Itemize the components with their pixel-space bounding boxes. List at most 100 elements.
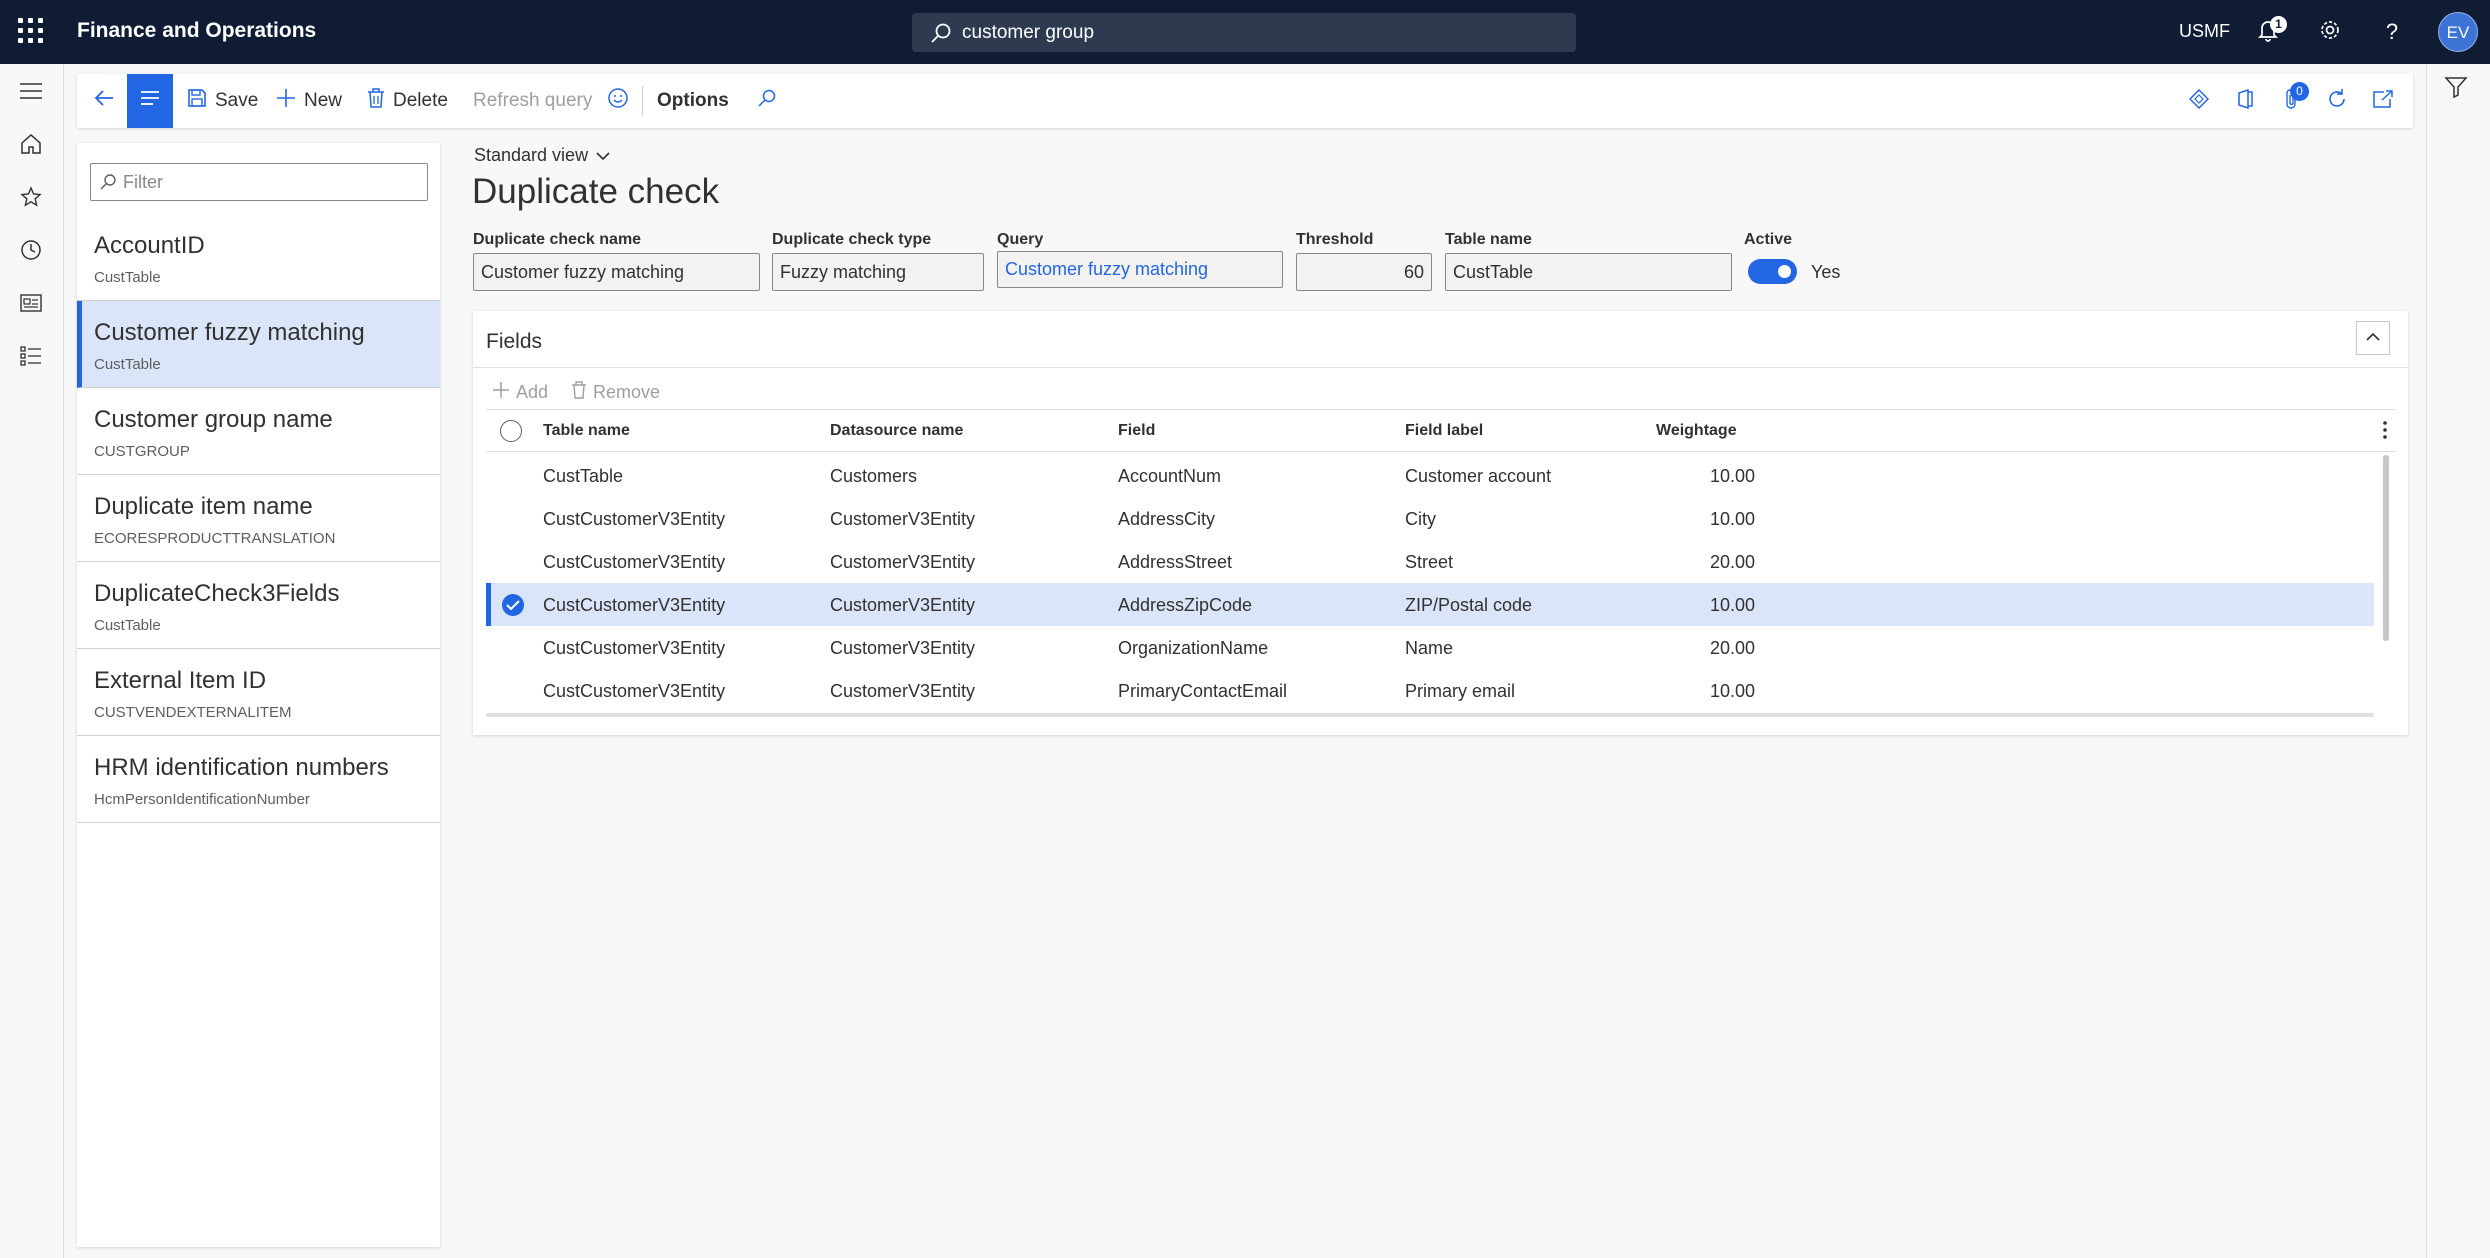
horizontal-scrollbar[interactable] (486, 713, 2374, 717)
fields-grid: Table name Datasource name Field Field l… (486, 409, 2396, 721)
table-row[interactable]: CustTable Customers AccountNum Customer acc… (486, 454, 2374, 497)
list-item-title: AccountID (94, 232, 205, 259)
duplicate-check-name-label: Duplicate check name (473, 231, 642, 248)
open-new-window-button[interactable] (2368, 86, 2398, 116)
list-view-button[interactable] (127, 74, 173, 128)
options-tab[interactable]: Options (657, 74, 729, 128)
scrollbar-thumb[interactable] (2383, 455, 2389, 641)
new-button[interactable]: New (276, 74, 342, 128)
filter-box[interactable] (90, 163, 428, 201)
list-item[interactable]: HRM identification numbers HcmPersonIdent… (77, 736, 440, 823)
list-item[interactable]: Duplicate item name ECORESPRODUCTTRANSLAT… (77, 475, 440, 562)
help-button[interactable]: ? (2376, 16, 2408, 48)
toggle-knob (1778, 265, 1791, 278)
cell-weightage: 10.00 (1709, 595, 1755, 615)
search-input[interactable] (962, 13, 1562, 52)
duplicate-check-name-field[interactable] (473, 253, 760, 291)
list-item[interactable]: AccountID CustTable (77, 214, 440, 301)
waffle-icon[interactable] (18, 18, 44, 44)
list-item[interactable]: External Item ID CUSTVENDEXTERNALITEM (77, 649, 440, 736)
column-header-table-name[interactable]: Table name (543, 422, 630, 440)
action-separator (642, 86, 643, 116)
refresh-query-button[interactable]: Refresh query (473, 74, 592, 128)
fields-fasttab: Fields Add Remove Table name Datasource … (473, 311, 2408, 735)
avatar[interactable]: EV (2438, 12, 2478, 52)
filter-funnel-icon[interactable] (2444, 76, 2468, 103)
notifications-button[interactable]: 1 (2252, 16, 2287, 48)
attachments-button[interactable]: 0 (2276, 82, 2309, 116)
app-title[interactable]: Finance and Operations (77, 19, 316, 43)
view-selector[interactable]: Standard view (474, 145, 610, 166)
column-header-weightage[interactable]: Weightage (1656, 422, 1737, 440)
collapse-button[interactable] (2356, 321, 2390, 355)
more-options-icon[interactable] (2382, 420, 2388, 445)
threshold-field[interactable] (1296, 253, 1432, 291)
list-item-subtitle: CustTable (94, 269, 161, 286)
list-item[interactable]: DuplicateCheck3Fields CustTable (77, 562, 440, 649)
list-item-title: External Item ID (94, 667, 267, 694)
table-row[interactable]: CustCustomerV3Entity CustomerV3Entity Addr… (486, 583, 2374, 626)
duplicate-check-type-field[interactable] (772, 253, 984, 291)
query-field[interactable] (997, 251, 1283, 288)
modules-icon[interactable] (16, 341, 46, 371)
fasttab-title[interactable]: Fields (486, 330, 542, 354)
back-arrow-icon (93, 88, 115, 114)
clock-icon[interactable] (16, 235, 46, 265)
list-item-title: DuplicateCheck3Fields (94, 580, 340, 607)
save-button[interactable]: Save (187, 74, 258, 128)
notification-badge: 1 (2270, 16, 2287, 33)
power-apps-button[interactable] (2184, 86, 2214, 116)
smiley-icon (607, 87, 629, 115)
vertical-scrollbar[interactable] (2383, 455, 2389, 711)
refresh-button[interactable] (2322, 86, 2352, 116)
cell-field: AddressZipCode (1118, 595, 1253, 615)
home-icon[interactable] (16, 129, 46, 159)
cell-weightage: 10.00 (1709, 509, 1755, 529)
table-row[interactable]: CustCustomerV3Entity CustomerV3Entity Prim… (486, 669, 2374, 712)
action-search-button[interactable] (757, 74, 777, 128)
list-item[interactable]: Customer fuzzy matching CustTable (77, 301, 440, 388)
table-row[interactable]: CustCustomerV3Entity CustomerV3Entity Orga… (486, 626, 2374, 669)
list-item[interactable]: Customer group name CUSTGROUP (77, 388, 440, 475)
list-item-title: Customer fuzzy matching (94, 319, 365, 346)
column-header-datasource-name[interactable]: Datasource name (830, 422, 963, 440)
cell-field-label: Name (1405, 638, 1454, 658)
table-row[interactable]: CustCustomerV3Entity CustomerV3Entity Addr… (486, 497, 2374, 540)
active-toggle[interactable] (1748, 259, 1797, 284)
list-panel: AccountID CustTable Customer fuzzy matchin… (77, 143, 440, 1247)
list-item-subtitle: CustTable (94, 617, 161, 634)
hamburger-icon[interactable] (16, 76, 46, 106)
cell-datasource-name: CustomerV3Entity (830, 509, 976, 529)
cell-field-label: City (1405, 509, 1436, 529)
list-item-subtitle: CUSTGROUP (94, 443, 190, 460)
select-all-checkbox[interactable] (500, 420, 522, 442)
office-button[interactable] (2230, 86, 2260, 116)
row-checkmark-icon[interactable] (502, 594, 524, 616)
delete-button[interactable]: Delete (367, 74, 448, 128)
company-selector[interactable]: USMF (2179, 21, 2230, 42)
filter-input[interactable] (123, 164, 423, 200)
cell-table-name: CustCustomerV3Entity (543, 509, 726, 529)
feedback-button[interactable] (607, 74, 629, 128)
workspace-icon[interactable] (16, 288, 46, 318)
add-button[interactable]: Add (492, 377, 548, 407)
table-name-field[interactable] (1445, 253, 1732, 291)
cell-datasource-name: CustomerV3Entity (830, 638, 976, 658)
settings-button[interactable] (2314, 16, 2346, 48)
global-search[interactable] (912, 13, 1576, 52)
cell-field-label: Customer account (1405, 466, 1552, 486)
refresh-icon (2326, 88, 2348, 115)
column-header-field-label[interactable]: Field label (1405, 422, 1483, 440)
active-value: Yes (1811, 262, 1841, 282)
left-navigation (0, 64, 64, 1258)
column-header-field[interactable]: Field (1118, 422, 1155, 440)
list-item-title: Customer group name (94, 406, 333, 433)
table-row[interactable]: CustCustomerV3Entity CustomerV3Entity Addr… (486, 540, 2374, 583)
save-label: Save (215, 90, 259, 111)
add-label: Add (516, 381, 549, 402)
star-icon[interactable] (16, 182, 46, 212)
list-item-title: Duplicate item name (94, 493, 313, 520)
back-button[interactable] (87, 74, 121, 128)
list-icon (139, 89, 161, 113)
remove-button[interactable]: Remove (571, 377, 660, 407)
